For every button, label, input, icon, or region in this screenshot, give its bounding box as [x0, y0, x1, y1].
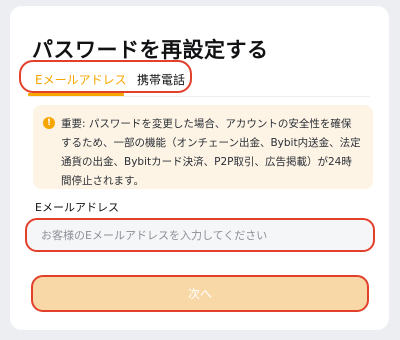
- security-notice: ! 重要: パスワードを変更した場合、アカウントの安全性を確保するため、一部の機…: [33, 105, 373, 189]
- tab-phone[interactable]: 携帯電話: [137, 71, 185, 88]
- tab-divider: [28, 96, 370, 97]
- warning-icon: !: [43, 117, 55, 129]
- email-input[interactable]: [25, 218, 375, 252]
- reset-password-card: パスワードを再設定する Eメールアドレス 携帯電話 ! 重要: パスワードを変更…: [10, 6, 389, 330]
- email-field-label: Eメールアドレス: [35, 201, 119, 214]
- tab-bar: Eメールアドレス 携帯電話: [19, 60, 192, 93]
- tab-email[interactable]: Eメールアドレス: [35, 71, 127, 88]
- notice-text: 重要: パスワードを変更した場合、アカウントの安全性を確保するため、一部の機能（…: [61, 118, 361, 187]
- next-button[interactable]: 次へ: [31, 275, 369, 312]
